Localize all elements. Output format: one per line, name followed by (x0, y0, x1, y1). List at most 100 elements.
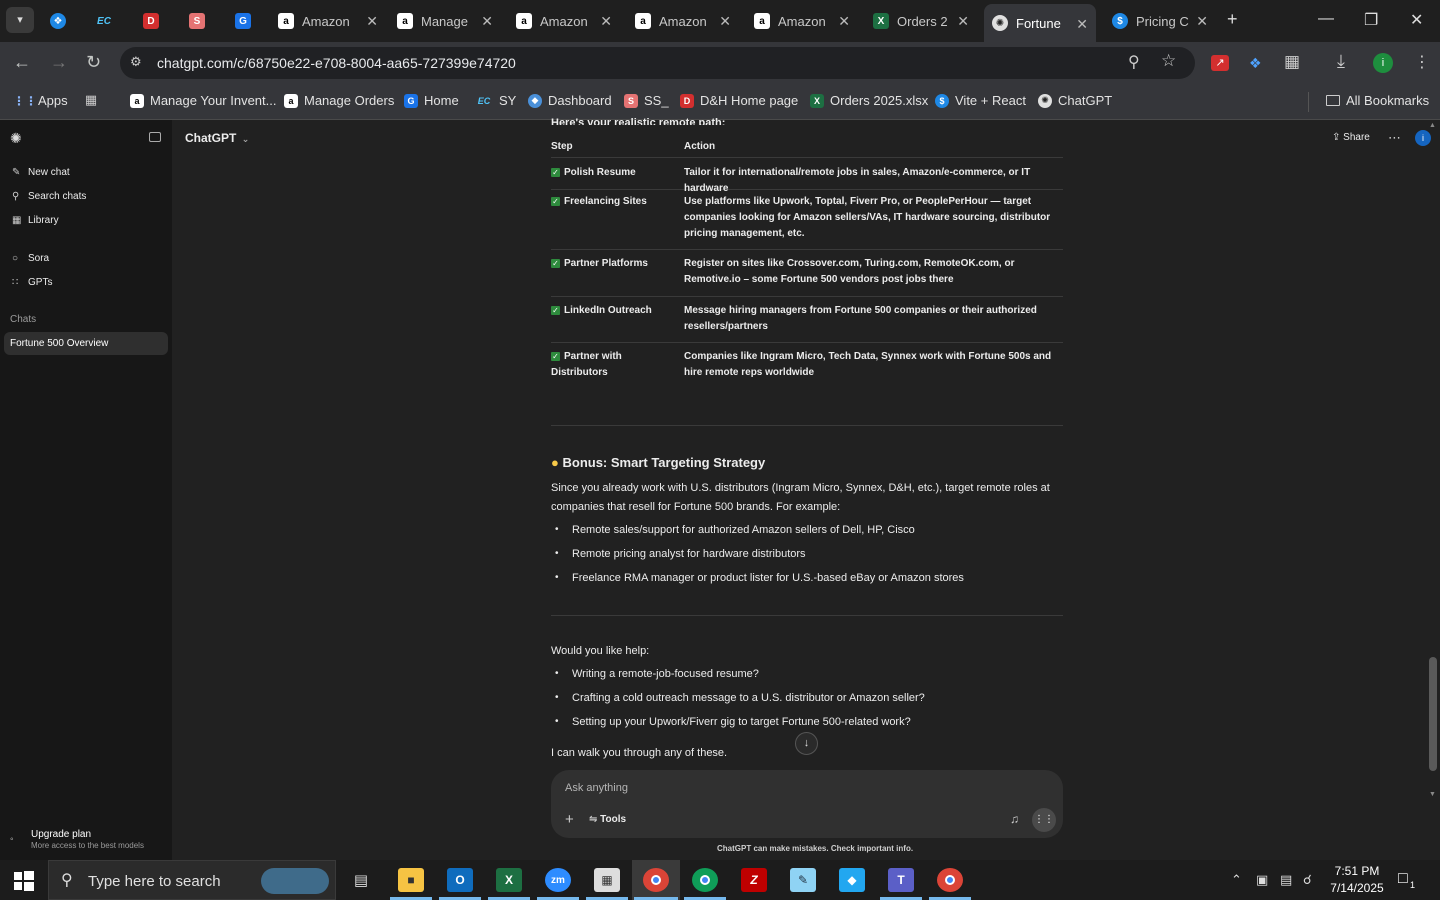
address-bar[interactable]: ⚙ chatgpt.com/c/68750e22-e708-8004-aa65-… (120, 47, 1195, 79)
tab-amazon-1[interactable]: a Amazon ✕ (278, 6, 378, 36)
close-icon[interactable]: ✕ (481, 13, 493, 30)
excel-taskbar-icon[interactable]: X (496, 868, 522, 892)
close-icon[interactable]: ✕ (600, 13, 612, 30)
gpts-button[interactable]: ∷ GPTs (12, 277, 52, 288)
add-attachment-icon[interactable]: + (565, 811, 574, 828)
show-hidden-icons[interactable]: ⌃ (1231, 872, 1242, 888)
new-chat-button[interactable]: ✎ New chat (12, 167, 70, 178)
more-options-icon[interactable]: ⋯ (1388, 130, 1401, 146)
tab-search-button[interactable]: ▾ (6, 7, 34, 33)
bookmark-apps[interactable]: ⋮⋮ Apps (13, 93, 68, 108)
excel-icon: X (810, 93, 824, 108)
prompt-input[interactable]: Ask anything (565, 782, 1035, 794)
tray-app-icon[interactable]: ▣ (1256, 872, 1268, 888)
chrome-profile-icon[interactable] (692, 868, 718, 892)
chrome-icon[interactable] (643, 868, 669, 892)
notifications-icon[interactable]: □ (1398, 870, 1408, 888)
bookmark-sy[interactable]: EC SY (475, 93, 517, 108)
outlook-icon[interactable]: O (447, 868, 473, 892)
profile-avatar[interactable]: i (1373, 53, 1393, 73)
clock[interactable]: 7:51 PM 7/14/2025 (1327, 863, 1387, 897)
tools-button[interactable]: ⇋ Tools (589, 814, 626, 825)
tab-fortune[interactable]: ✺ Fortune ✕ (984, 4, 1096, 42)
upgrade-plan-button[interactable]: ◦ Upgrade plan More access to the best m… (10, 828, 165, 854)
extension-blue-icon[interactable]: ❖ (1249, 55, 1262, 72)
zoom-icon[interactable]: ⚲ (1128, 52, 1140, 72)
bookmark-orders-xlsx[interactable]: X Orders 2025.xlsx (810, 93, 928, 108)
tab-pinned-4[interactable]: S (189, 6, 213, 36)
microphone-icon[interactable]: ♫ (1010, 812, 1019, 826)
forward-icon[interactable]: → (50, 52, 68, 73)
teams-icon[interactable]: T (888, 868, 914, 892)
bookmark-chatgpt[interactable]: ✺ ChatGPT (1038, 93, 1112, 108)
tab-amazon-4[interactable]: a Amazon ✕ (635, 6, 731, 36)
toggle-sidebar-icon[interactable] (149, 132, 161, 142)
download-icon[interactable]: ⤓ (1337, 51, 1345, 72)
amazon-icon: a (284, 93, 298, 108)
bookmark-manage-orders[interactable]: a Manage Orders (284, 93, 394, 108)
tab-pinned-5[interactable]: G (235, 6, 259, 36)
bookmark-star-icon[interactable]: ☆ (1161, 51, 1176, 71)
extension-red-icon[interactable]: ↗ (1211, 55, 1229, 71)
tab-amazon-5[interactable]: a Amazon ✕ (754, 6, 850, 36)
new-tab-button[interactable]: + (1227, 9, 1238, 30)
bookmark-dh-home[interactable]: D D&H Home page (680, 93, 798, 108)
close-icon[interactable]: ✕ (719, 13, 731, 30)
network-icon[interactable]: ▤ (1280, 872, 1292, 888)
tab-amazon-2[interactable]: a Manage ✕ (397, 6, 493, 36)
taskbar-search[interactable]: ⚲ Type here to search (48, 860, 336, 900)
tab-amazon-3[interactable]: a Amazon ✕ (516, 6, 612, 36)
chrome-secondary-icon[interactable] (937, 868, 963, 892)
voice-mode-button[interactable]: ⋮⋮ (1032, 808, 1056, 832)
extensions-puzzle-icon[interactable]: ▦ (1284, 52, 1300, 72)
scroll-to-bottom-button[interactable]: ↓ (795, 732, 818, 755)
minimize-icon[interactable]: — (1318, 10, 1334, 28)
browser-menu-icon[interactable]: ⋮ (1414, 52, 1430, 72)
window-close-icon[interactable]: ✕ (1410, 10, 1423, 30)
file-explorer-icon[interactable]: ■ (398, 868, 424, 892)
scrollbar-thumb[interactable] (1429, 657, 1437, 771)
vscode-icon[interactable]: ◆ (839, 868, 865, 892)
step-cell: ✓ Partner with Distributors (551, 351, 622, 378)
tab-pinned-2[interactable]: EC (96, 6, 120, 36)
model-selector[interactable]: ChatGPT ⌄ (185, 131, 249, 145)
share-button[interactable]: ⇪ Share (1332, 132, 1370, 143)
windows-start-icon[interactable] (14, 871, 34, 891)
close-icon[interactable]: ✕ (366, 13, 378, 30)
openai-logo-icon[interactable]: ✺ (10, 130, 22, 147)
composer: Ask anything + ⇋ Tools ♫ ⋮⋮ (551, 770, 1063, 838)
reload-icon[interactable]: ↻ (86, 52, 101, 73)
restore-icon[interactable]: ❐ (1364, 10, 1378, 30)
close-icon[interactable]: ✕ (1076, 16, 1088, 33)
close-icon[interactable]: ✕ (957, 13, 969, 30)
volume-muted-icon[interactable]: ☌ (1303, 872, 1312, 888)
notepad-icon[interactable]: ✎ (790, 868, 816, 892)
chat-item-active[interactable]: Fortune 500 Overview (4, 332, 168, 355)
search-chats-button[interactable]: ⚲ Search chats (12, 191, 86, 202)
bookmark-ss[interactable]: S SS_ (624, 93, 669, 108)
close-icon[interactable]: ✕ (838, 13, 850, 30)
back-icon[interactable]: ← (13, 52, 31, 73)
task-view-icon[interactable]: ▤ (348, 868, 374, 892)
bookmark-manage-inventory[interactable]: a Manage Your Invent... (130, 93, 276, 108)
tab-pricing[interactable]: $ Pricing C ✕ (1112, 6, 1208, 36)
sora-button[interactable]: ○ Sora (12, 253, 49, 264)
scroll-down-icon[interactable]: ▼ (1429, 791, 1436, 798)
bookmark-vite-react[interactable]: $ Vite + React (935, 93, 1026, 108)
scroll-up-icon[interactable]: ▲ (1429, 122, 1436, 129)
tab-orders[interactable]: X Orders 2 ✕ (873, 6, 969, 36)
bookmark-home[interactable]: G Home (404, 93, 459, 108)
tab-pinned-3[interactable]: D (143, 6, 167, 36)
filezilla-icon[interactable]: Z (741, 868, 767, 892)
zoom-app-icon[interactable]: zm (545, 868, 571, 892)
calculator-icon[interactable]: ▦ (594, 868, 620, 892)
library-button[interactable]: ▦ Library (12, 215, 59, 226)
bookmark-tab-groups[interactable]: ▦ (84, 92, 104, 107)
all-bookmarks[interactable]: All Bookmarks (1326, 93, 1429, 108)
close-icon[interactable]: ✕ (1196, 13, 1208, 30)
amazon-icon: a (130, 93, 144, 108)
site-info-icon[interactable]: ⚙ (130, 54, 142, 70)
scrollbar-track[interactable]: ▲ ▼ (1427, 122, 1440, 802)
bookmark-dashboard[interactable]: ◆ Dashboard (528, 93, 612, 108)
tab-pinned-1[interactable]: ❖ (50, 6, 74, 36)
